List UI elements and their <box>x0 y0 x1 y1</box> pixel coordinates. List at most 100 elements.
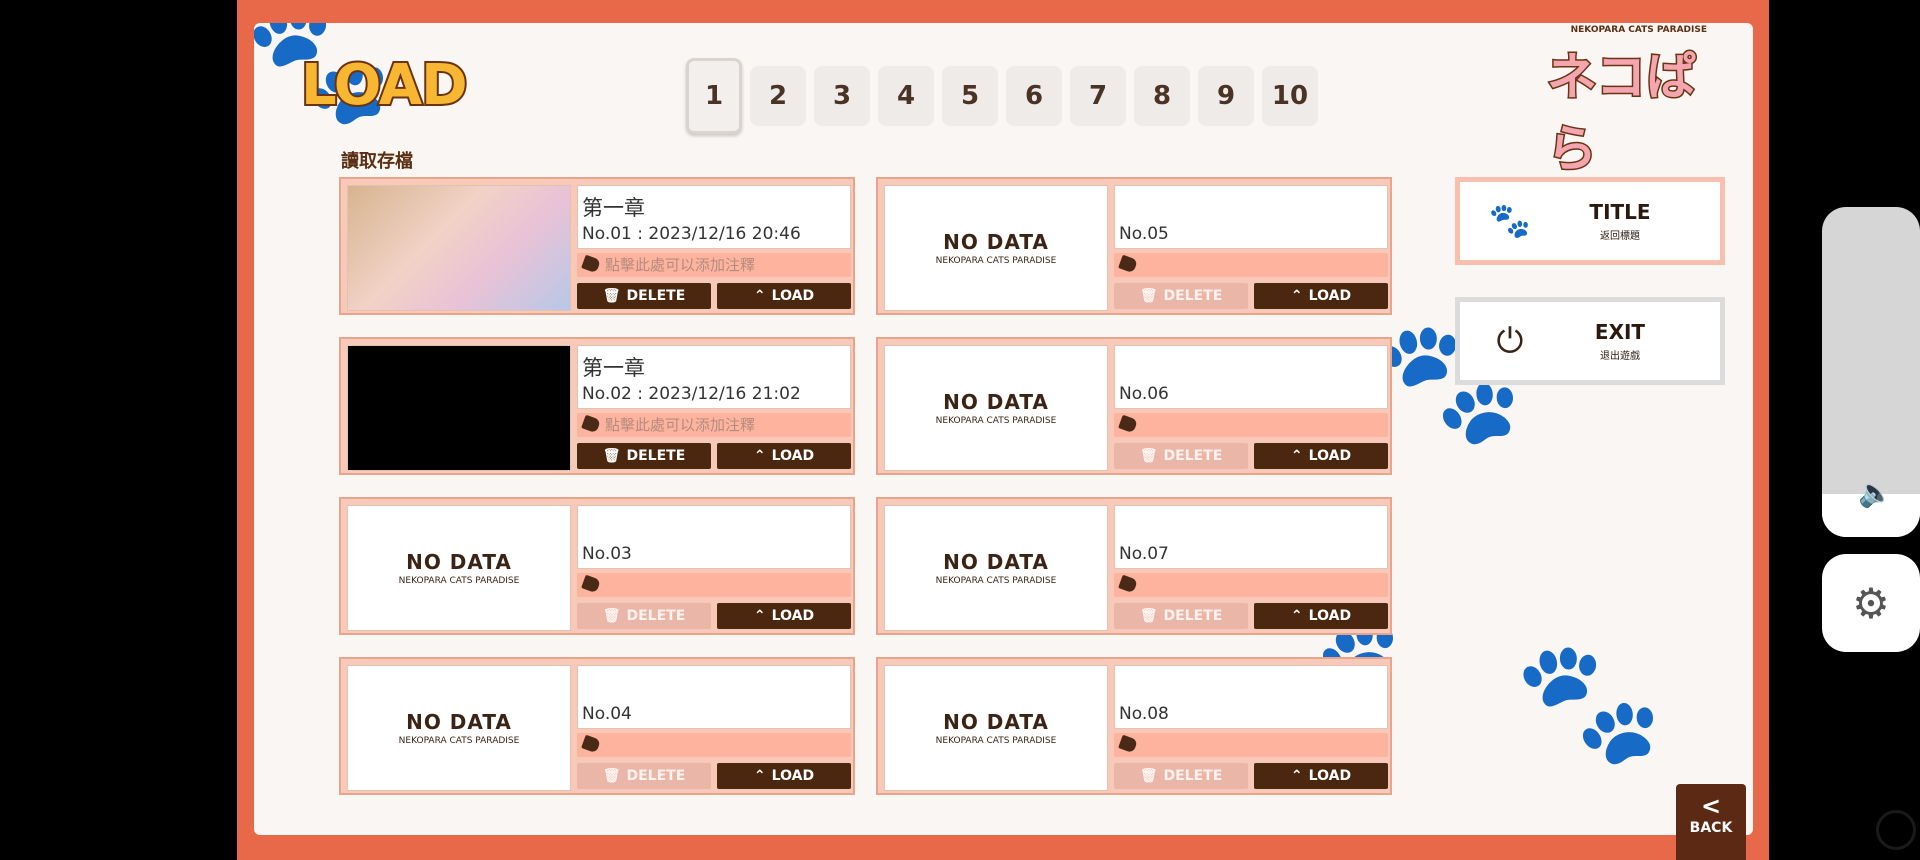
load-button[interactable]: ⌃ LOAD <box>1254 283 1388 309</box>
slot-info: No.07 <box>1114 505 1388 569</box>
delete-button[interactable]: 🗑 DELETE <box>1114 763 1248 789</box>
no-data-title: NO DATA <box>943 230 1049 254</box>
double-chevron-up-icon: ⌃ <box>1290 288 1303 304</box>
load-button[interactable]: ⌃ LOAD <box>717 603 851 629</box>
load-label: LOAD <box>771 768 815 784</box>
save-slot[interactable]: 第一章 No.01 : 2023/12/16 20:46 點擊此處可以添加注釋 … <box>339 177 855 315</box>
slot-chapter <box>582 672 846 702</box>
no-data-title: NO DATA <box>943 710 1049 734</box>
system-corner-icon[interactable] <box>1876 810 1916 850</box>
tag-icon <box>581 414 601 434</box>
delete-button[interactable]: 🗑 DELETE <box>577 283 711 309</box>
slot-save-number: No.06 <box>1119 384 1169 404</box>
save-slot[interactable]: NO DATA NEKOPARA CATS PARADISE No.03 🗑 D… <box>339 497 855 635</box>
exit-button[interactable]: ⏻ EXIT 退出遊戲 <box>1455 297 1725 385</box>
trash-icon: 🗑 <box>1139 448 1158 464</box>
delete-label: DELETE <box>1163 768 1223 784</box>
save-thumbnail <box>347 185 571 311</box>
slot-note-text: 點擊此處可以添加注釋 <box>605 416 756 434</box>
brand-name: ネコぱら <box>1546 47 1698 180</box>
double-chevron-up-icon: ⌃ <box>753 448 766 464</box>
slot-save-number: No.05 <box>1119 224 1169 244</box>
slot-chapter: 第一章 <box>582 196 645 220</box>
slot-info: No.03 <box>577 505 851 569</box>
slot-info: No.08 <box>1114 665 1388 729</box>
save-slot[interactable]: NO DATA NEKOPARA CATS PARADISE No.04 🗑 D… <box>339 657 855 795</box>
load-board: 🐾 🐾 🐾 🐾 LOAD 讀取存檔 12345678910 NEKOPARA C… <box>254 23 1753 835</box>
tag-icon <box>1118 254 1138 274</box>
slot-note-field[interactable] <box>1114 253 1388 277</box>
no-data-thumbnail: NO DATA NEKOPARA CATS PARADISE <box>884 345 1108 471</box>
slot-save-number: No.07 <box>1119 544 1169 564</box>
title-button[interactable]: 🐾 TITLE 返回標題 <box>1455 177 1725 265</box>
back-button[interactable]: < BACK <box>1676 784 1746 860</box>
back-label: BACK <box>1689 820 1733 836</box>
save-slot[interactable]: NO DATA NEKOPARA CATS PARADISE No.06 🗑 D… <box>876 337 1392 475</box>
save-slot[interactable]: 第一章 No.02 : 2023/12/16 21:02 點擊此處可以添加注釋 … <box>339 337 855 475</box>
page-tab-4[interactable]: 4 <box>878 66 934 126</box>
delete-label: DELETE <box>626 768 686 784</box>
no-data-thumbnail: NO DATA NEKOPARA CATS PARADISE <box>347 665 571 791</box>
slot-chapter <box>1119 672 1383 702</box>
load-button[interactable]: ⌃ LOAD <box>717 763 851 789</box>
slot-note-field[interactable] <box>1114 733 1388 757</box>
load-label: LOAD <box>771 288 815 304</box>
delete-label: DELETE <box>1163 448 1223 464</box>
tag-icon <box>1118 574 1138 594</box>
save-slot[interactable]: NO DATA NEKOPARA CATS PARADISE No.05 🗑 D… <box>876 177 1392 315</box>
no-data-subtitle: NEKOPARA CATS PARADISE <box>935 736 1057 746</box>
title-button-label: TITLE <box>1589 200 1651 224</box>
page-tab-6[interactable]: 6 <box>1006 66 1062 126</box>
slot-save-number: No.04 <box>582 704 632 724</box>
slot-note-field[interactable] <box>577 573 851 597</box>
slot-note-field[interactable]: 點擊此處可以添加注釋 <box>577 413 851 437</box>
trash-icon: 🗑 <box>602 448 621 464</box>
double-chevron-up-icon: ⌃ <box>1290 448 1303 464</box>
exit-button-sublabel: 退出遊戲 <box>1600 351 1640 362</box>
save-slot[interactable]: NO DATA NEKOPARA CATS PARADISE No.08 🗑 D… <box>876 657 1392 795</box>
trash-icon: 🗑 <box>1139 288 1158 304</box>
double-chevron-up-icon: ⌃ <box>753 608 766 624</box>
volume-slider[interactable]: 🔈 <box>1822 207 1920 537</box>
delete-button[interactable]: 🗑 DELETE <box>1114 283 1248 309</box>
delete-label: DELETE <box>626 448 686 464</box>
tag-icon <box>581 254 601 274</box>
slot-note-field[interactable] <box>1114 413 1388 437</box>
page-tab-5[interactable]: 5 <box>942 66 998 126</box>
slot-note-field[interactable]: 點擊此處可以添加注釋 <box>577 253 851 277</box>
delete-button[interactable]: 🗑 DELETE <box>577 763 711 789</box>
slot-info: No.06 <box>1114 345 1388 409</box>
page-tab-1[interactable]: 1 <box>686 58 742 134</box>
load-button[interactable]: ⌃ LOAD <box>717 283 851 309</box>
paw-decoration-icon: 🐾 <box>1514 633 1664 772</box>
page-tab-10[interactable]: 10 <box>1262 66 1318 126</box>
tag-icon <box>581 574 601 594</box>
slot-save-number: No.02 : 2023/12/16 21:02 <box>582 384 801 404</box>
delete-button[interactable]: 🗑 DELETE <box>577 603 711 629</box>
load-button[interactable]: ⌃ LOAD <box>1254 603 1388 629</box>
page-tab-3[interactable]: 3 <box>814 66 870 126</box>
slot-note-field[interactable] <box>577 733 851 757</box>
save-slot[interactable]: NO DATA NEKOPARA CATS PARADISE No.07 🗑 D… <box>876 497 1392 635</box>
slot-note-field[interactable] <box>1114 573 1388 597</box>
load-label: LOAD <box>771 448 815 464</box>
load-button[interactable]: ⌃ LOAD <box>1254 763 1388 789</box>
settings-button[interactable]: ⚙ <box>1822 554 1920 652</box>
load-label: LOAD <box>1308 288 1352 304</box>
game-frame: 🐾 🐾 🐾 🐾 LOAD 讀取存檔 12345678910 NEKOPARA C… <box>237 0 1769 860</box>
no-data-subtitle: NEKOPARA CATS PARADISE <box>935 416 1057 426</box>
delete-button[interactable]: 🗑 DELETE <box>1114 603 1248 629</box>
page-tabs: 1 2 3 4 5 6 7 8 9 10 <box>686 58 1318 134</box>
page-tab-2[interactable]: 2 <box>750 66 806 126</box>
trash-icon: 🗑 <box>1139 768 1158 784</box>
page-tab-9[interactable]: 9 <box>1198 66 1254 126</box>
delete-button[interactable]: 🗑 DELETE <box>1114 443 1248 469</box>
page-tab-7[interactable]: 7 <box>1070 66 1126 126</box>
delete-button[interactable]: 🗑 DELETE <box>577 443 711 469</box>
page-tab-8[interactable]: 8 <box>1134 66 1190 126</box>
slot-info: 第一章 No.01 : 2023/12/16 20:46 <box>577 185 851 249</box>
load-button[interactable]: ⌃ LOAD <box>1254 443 1388 469</box>
double-chevron-up-icon: ⌃ <box>1290 608 1303 624</box>
no-data-title: NO DATA <box>943 550 1049 574</box>
load-button[interactable]: ⌃ LOAD <box>717 443 851 469</box>
